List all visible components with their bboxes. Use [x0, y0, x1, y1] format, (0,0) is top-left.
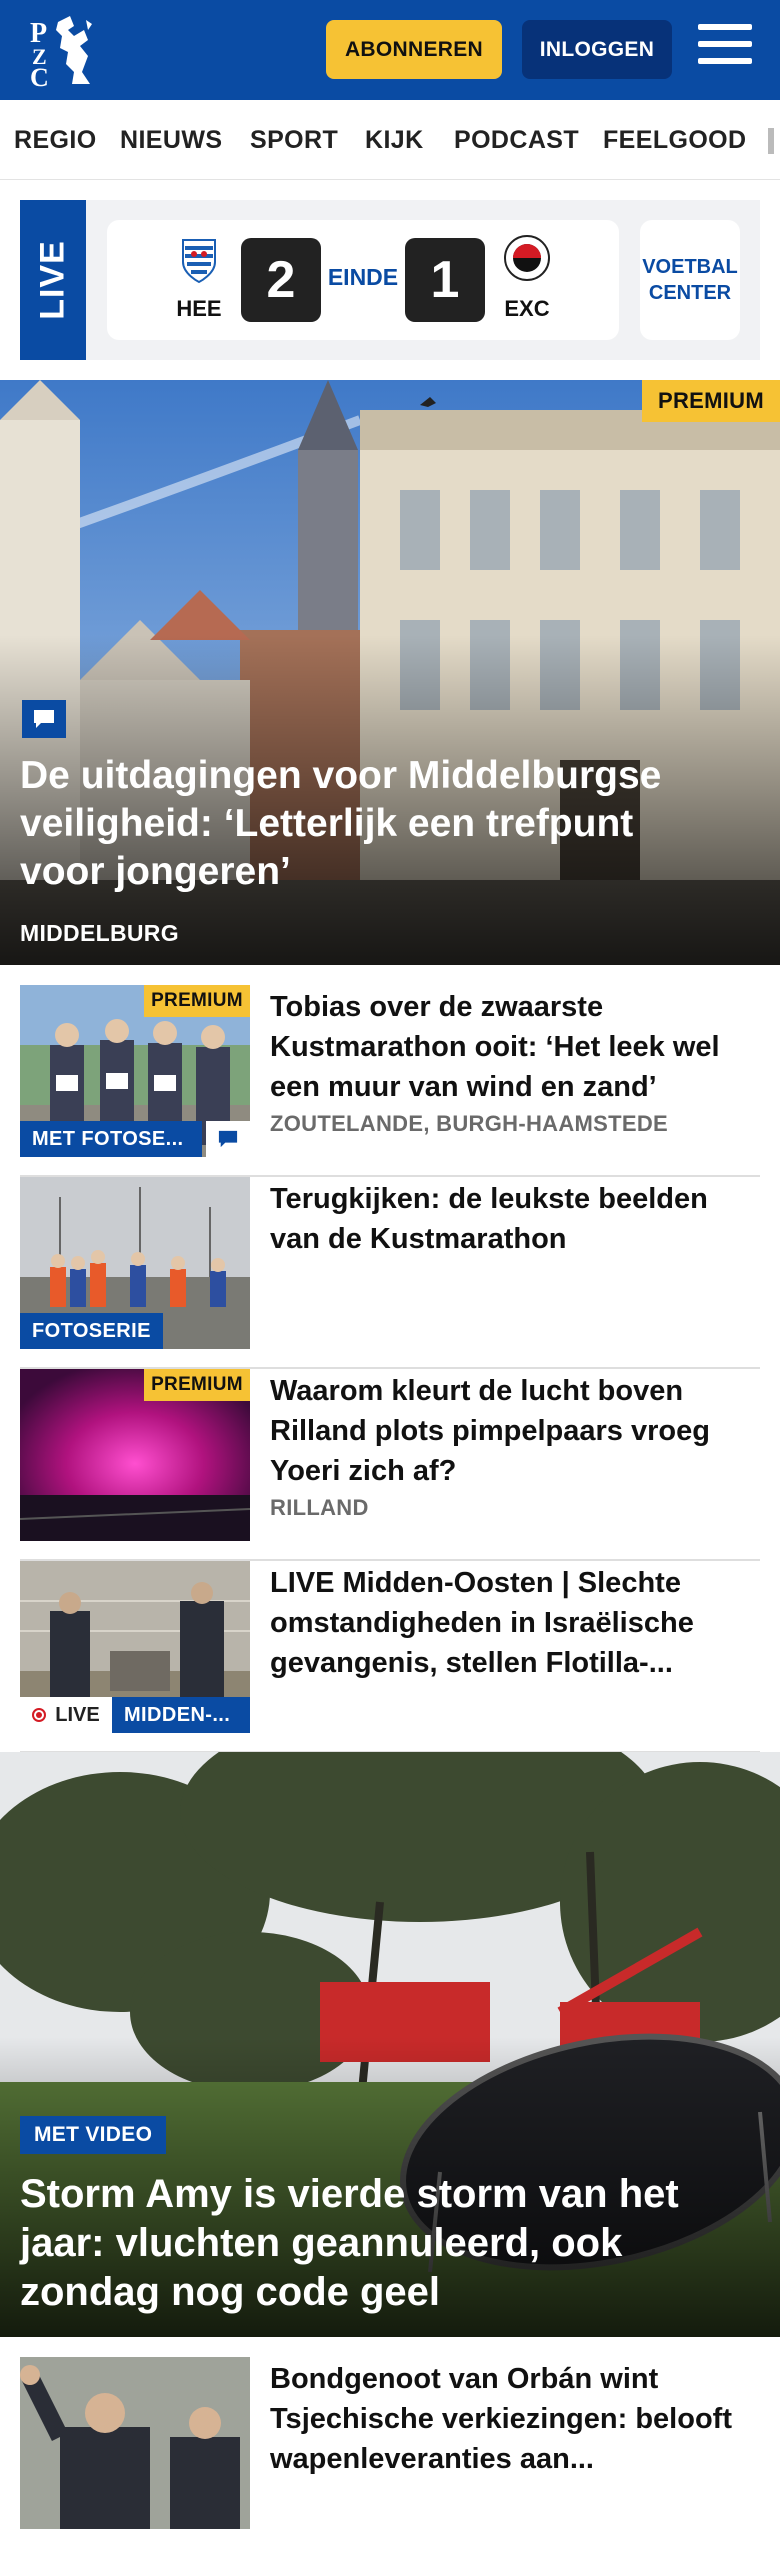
article-thumbnail: PREMIUM MET FOTOSE... [20, 985, 250, 1157]
pzc-logo[interactable]: P Z C [28, 12, 114, 88]
photo-series-label: MET FOTOSE... [20, 1121, 202, 1157]
home-team-name: HEE [176, 296, 222, 321]
svg-text:C: C [30, 63, 49, 88]
hero-title[interactable]: De uitdagingen voor Middelburgse veiligh… [20, 752, 720, 896]
article-location: RILLAND [270, 1495, 369, 1520]
list-item[interactable]: FOTOSERIE Terugkijken: de leukste beelde… [20, 1177, 760, 1369]
hero-title[interactable]: Storm Amy is vierde storm van het jaar: … [20, 2170, 740, 2317]
thumb-image-politician-celebrating [20, 2357, 250, 2529]
list-item[interactable]: PREMIUM MET FOTOSE... Tobias over de zwa… [20, 985, 760, 1177]
article-title[interactable]: Tobias over de zwaarste Kustmarathon ooi… [270, 987, 760, 1107]
comment-icon [206, 1121, 250, 1157]
nav-item-podcast[interactable]: PODCAST [454, 126, 579, 155]
live-tag: LIVE [20, 1697, 112, 1733]
article-location: ZOUTELANDE, BURGH-HAAMSTEDE [270, 1111, 668, 1136]
match-status: EINDE [327, 264, 399, 290]
away-team-name: EXC [504, 296, 550, 321]
subscribe-button[interactable]: ABONNEREN [326, 20, 502, 79]
article-title[interactable]: Waarom kleurt de lucht boven Rilland plo… [270, 1371, 760, 1491]
nav-item-sport[interactable]: SPORT [250, 126, 338, 155]
nav-item-kijk[interactable]: KIJK [365, 126, 424, 155]
article-title[interactable]: Terugkijken: de leukste beelden van de K… [270, 1179, 760, 1259]
premium-badge: PREMIUM [144, 985, 250, 1017]
topic-label: MIDDEN-... [112, 1697, 250, 1733]
nav-item-nieuws[interactable]: NIEUWS [120, 126, 222, 155]
premium-badge: PREMIUM [642, 380, 780, 422]
away-score: 1 [405, 238, 485, 322]
article-title[interactable]: Bondgenoot van Orbán wint Tsjechische ve… [270, 2359, 760, 2479]
login-button[interactable]: INLOGGEN [522, 20, 672, 79]
article-thumbnail [20, 2357, 250, 2529]
article-thumbnail: LIVE MIDDEN-... [20, 1561, 250, 1733]
live-dot-icon [32, 1708, 47, 1722]
nav-item-feelgood[interactable]: FEELGOOD [603, 126, 746, 155]
live-label: LIVE [20, 200, 86, 360]
video-badge: MET VIDEO [20, 2116, 167, 2154]
score-card[interactable]: HEE 2 EINDE 1 EXC [107, 220, 619, 340]
list-item[interactable]: LIVE MIDDEN-... LIVE Midden-Oosten | Sle… [20, 1561, 760, 1753]
article-thumbnail: FOTOSERIE [20, 1177, 250, 1349]
away-team-badge-icon [504, 235, 550, 281]
photo-series-label: FOTOSERIE [20, 1313, 163, 1349]
premium-badge: PREMIUM [144, 1369, 250, 1401]
list-item[interactable]: PREMIUM Waarom kleurt de lucht boven Ril… [20, 1369, 760, 1561]
comment-icon [22, 700, 66, 738]
hero-article-storm[interactable]: MET VIDEO Storm Amy is vierde storm van … [0, 1752, 780, 2337]
hamburger-menu-icon[interactable] [698, 24, 752, 74]
voetbal-center-button[interactable]: VOETBAL CENTER [640, 220, 740, 340]
nav-item-regio[interactable]: REGIO [14, 126, 97, 155]
home-score: 2 [241, 238, 321, 322]
live-score-widget: LIVE HEE 2 EINDE 1 EXC VOETBAL CENTER [20, 200, 760, 360]
list-item[interactable]: Bondgenoot van Orbán wint Tsjechische ve… [20, 2357, 760, 2547]
site-header: P Z C ABONNEREN INLOGGEN [0, 0, 780, 100]
home-team-badge-icon [182, 239, 216, 284]
section-nav: REGIO NIEUWS SPORT KIJK PODCAST FEELGOOD [0, 100, 780, 180]
hero-article[interactable]: PREMIUM De uitdagingen voor Middelburgse… [0, 380, 780, 965]
article-title[interactable]: LIVE Midden-Oosten | Slechte omstandighe… [270, 1563, 760, 1683]
article-thumbnail: PREMIUM [20, 1369, 250, 1541]
nav-overflow-indicator [768, 128, 774, 154]
hero-location: MIDDELBURG [20, 920, 179, 946]
